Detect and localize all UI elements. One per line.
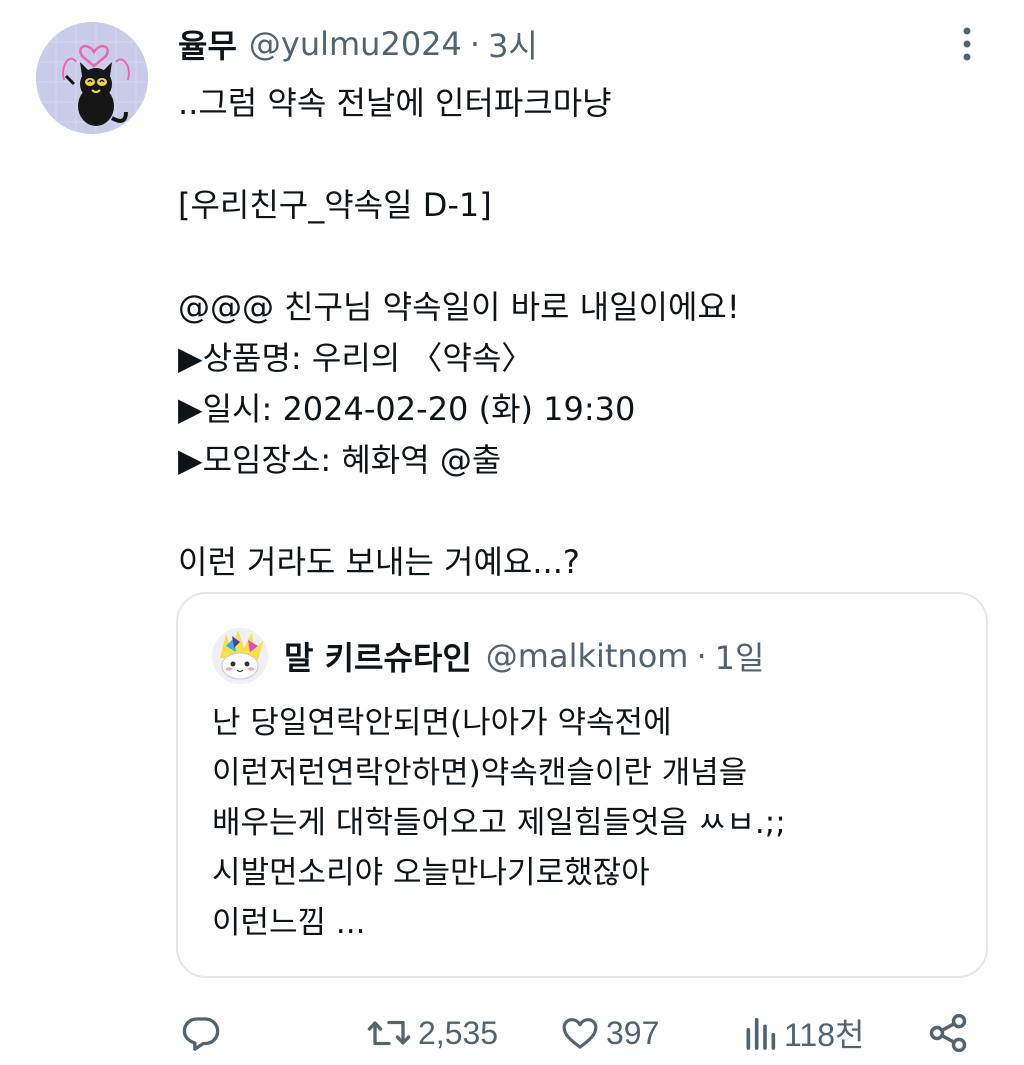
tweet-text-line: [우리친구_약속일 D-1] xyxy=(178,186,492,224)
avatar[interactable] xyxy=(36,22,148,134)
character-avatar-image xyxy=(212,628,268,684)
like-count: 397 xyxy=(606,1014,660,1051)
separator-dot: · xyxy=(469,25,481,63)
retweet-button[interactable]: 2,535 xyxy=(366,1008,498,1058)
tweet-text-line xyxy=(178,231,978,282)
share-button[interactable] xyxy=(926,1008,970,1058)
tweet-text-line: 이런 거라도 보내는 거예요...? xyxy=(178,543,580,581)
cat-avatar-image xyxy=(36,22,148,134)
views-button[interactable]: 118천 xyxy=(742,1008,864,1058)
quoted-tweet-timestamp[interactable]: 1일 xyxy=(715,633,765,679)
tweet-text-line: ..그럼 약속 전날에 인터파크마냥 xyxy=(178,84,612,122)
heart-icon xyxy=(562,1018,598,1049)
retweet-icon xyxy=(367,1020,411,1046)
tweet-text-line: ▶모임장소: 혜화역 @출 xyxy=(178,441,502,479)
quoted-tweet-header: 말 키르슈타인 @malkitnom · 1일 xyxy=(212,628,764,684)
views-icon xyxy=(746,1017,776,1050)
tweet-header: 율무 @yulmu2024 · 3시 xyxy=(178,22,538,66)
quoted-text-line: 시발먼소리야 오늘만나기로했잖아 xyxy=(212,855,650,891)
quoted-tweet-text: 난 당일연락안되면(나아가 약속전에 이런저런연락안하면)약속캔슬이란 개념을 … xyxy=(212,698,972,948)
author-display-name[interactable]: 율무 xyxy=(178,21,237,67)
quoted-text-line: 배우는게 대학들어오고 제일힘들엇음 ㅆㅂ.;; xyxy=(212,805,786,841)
tweet-text-line: @@@ 친구님 약속일이 바로 내일이에요! xyxy=(178,288,740,326)
vertical-ellipsis-icon xyxy=(963,27,971,61)
quoted-avatar xyxy=(212,628,268,684)
reply-icon xyxy=(182,1017,220,1051)
quoted-text-line: 이런느낌 ... xyxy=(212,905,366,941)
tweet-text-line xyxy=(178,129,978,180)
separator-dot: · xyxy=(696,637,707,675)
quoted-tweet-card[interactable]: 말 키르슈타인 @malkitnom · 1일 난 당일연락안되면(나아가 약속… xyxy=(176,592,988,978)
author-handle[interactable]: @yulmu2024 xyxy=(249,25,462,63)
tweet-text-line xyxy=(178,486,978,537)
like-button[interactable]: 397 xyxy=(560,1008,659,1058)
tweet-text-line: ▶일시: 2024-02-20 (화) 19:30 xyxy=(178,390,636,428)
quoted-text-line: 이런저런연락안하면)약속캔슬이란 개념을 xyxy=(212,755,748,791)
quoted-author-handle[interactable]: @malkitnom xyxy=(486,637,689,675)
tweet-timestamp[interactable]: 3시 xyxy=(488,21,538,67)
share-icon xyxy=(929,1013,967,1053)
quoted-text-line: 난 당일연락안되면(나아가 약속전에 xyxy=(212,705,672,741)
quoted-author-display-name[interactable]: 말 키르슈타인 xyxy=(284,633,472,679)
tweet-text-line: ▶상품명: 우리의 〈약속〉 xyxy=(178,339,534,377)
retweet-count: 2,535 xyxy=(418,1014,499,1051)
more-options-button[interactable] xyxy=(950,22,984,66)
views-count: 118천 xyxy=(784,1017,865,1053)
reply-button[interactable] xyxy=(180,1008,222,1058)
tweet-text: ..그럼 약속 전날에 인터파크마냥 [우리친구_약속일 D-1] @@@ 친구… xyxy=(178,78,978,588)
